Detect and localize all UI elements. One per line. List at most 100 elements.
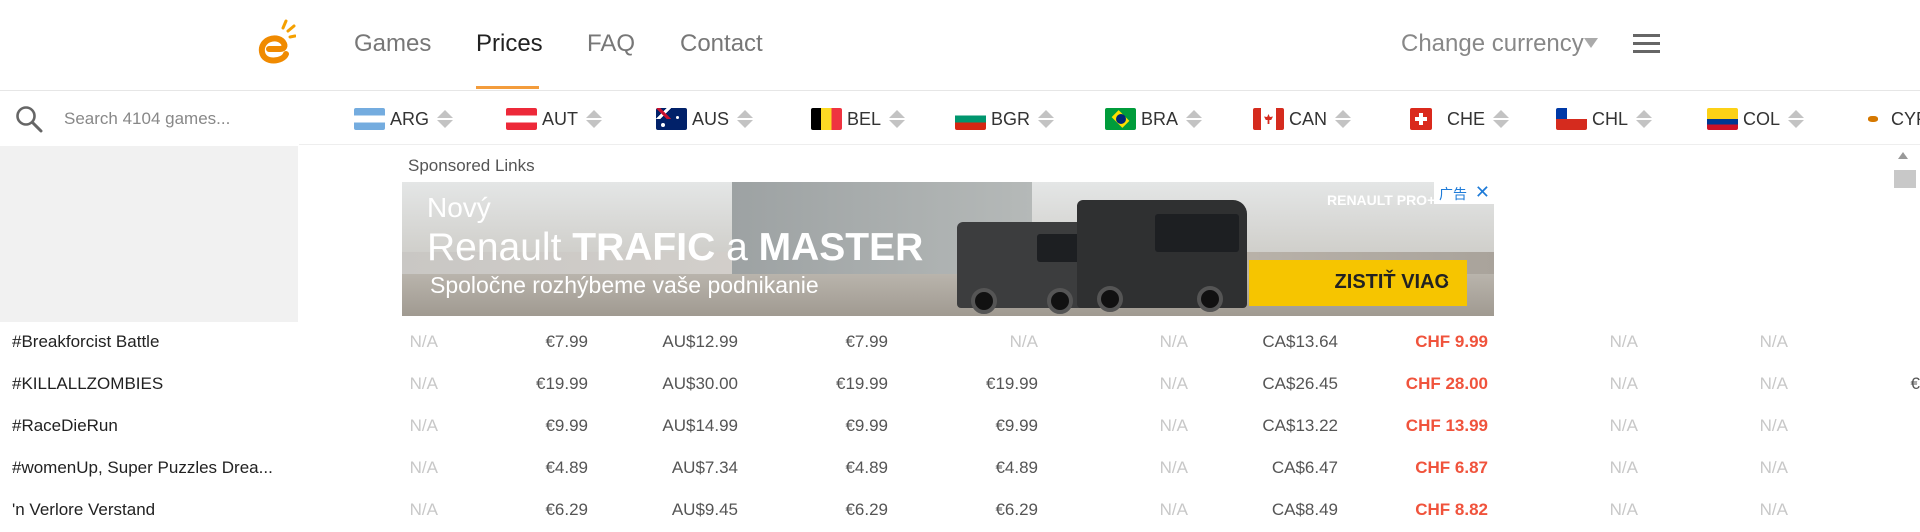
country-header-bel[interactable]: BEL xyxy=(811,107,906,131)
sort-icon[interactable] xyxy=(1788,109,1805,129)
country-header-bra[interactable]: BRA xyxy=(1105,107,1203,131)
table-row[interactable]: #womenUp, Super Puzzles Drea... N/A €4.89 A… xyxy=(0,448,1920,490)
country-code: BRA xyxy=(1141,108,1179,129)
flag-austria-icon xyxy=(506,108,537,130)
table-row[interactable]: 'n Verlore Verstand N/A €6.29 AU$9.45 €6.29 €… xyxy=(0,490,1920,532)
country-header-chl[interactable]: CHL xyxy=(1556,107,1653,131)
table-row[interactable]: #RaceDieRun N/A €9.99 AU$14.99 €9.99 €9.99 N/A… xyxy=(0,406,1920,448)
price-cell: €19.99 xyxy=(986,374,1038,393)
price-cell: AU$7.34 xyxy=(671,458,738,477)
sort-icon[interactable] xyxy=(889,109,906,129)
price-cell: AU$14.99 xyxy=(662,416,738,435)
price-cell: CHF 28.00 xyxy=(1405,374,1488,393)
price-cell: CHF 9.99 xyxy=(1415,332,1488,351)
price-cell: €6.29 xyxy=(545,500,588,519)
change-currency-dropdown[interactable]: Change currency xyxy=(1401,30,1584,58)
game-name-link[interactable]: #Breakforcist Battle xyxy=(0,322,298,364)
price-cell: N/A xyxy=(1759,332,1788,351)
hamburger-menu-icon[interactable] xyxy=(1633,34,1660,54)
ad-cta-label: ZISTIŤ VIAC xyxy=(1334,271,1449,293)
price-cell: N/A xyxy=(409,458,438,477)
nav-games[interactable]: Games xyxy=(354,30,431,58)
country-header-bgr[interactable]: BGR xyxy=(955,107,1055,131)
price-cell: N/A xyxy=(1759,500,1788,519)
flag-bulgaria-icon xyxy=(955,108,986,130)
search-input[interactable] xyxy=(64,104,289,134)
country-header-arg[interactable]: ARG xyxy=(354,107,454,131)
country-header-col[interactable]: COL xyxy=(1707,107,1805,131)
flag-brazil-icon xyxy=(1105,108,1136,130)
ad-subline: Spoločne rozhýbeme vaše podnikanie xyxy=(430,272,819,298)
sort-icon[interactable] xyxy=(1038,109,1055,129)
game-name-link[interactable]: #KILLALLZOMBIES xyxy=(0,364,298,406)
game-name-link[interactable]: 'n Verlore Verstand xyxy=(0,490,298,532)
country-code: CAN xyxy=(1289,108,1328,129)
table-row[interactable]: #Breakforcist Battle N/A €7.99 AU$12.99 €7.9… xyxy=(0,322,1920,364)
country-code: CYP xyxy=(1891,108,1920,129)
chevron-right-icon: › xyxy=(1442,271,1449,293)
game-name-link[interactable]: #RaceDieRun xyxy=(0,406,298,448)
country-header-row: ARG AUT AUS BEL BGR BRA CAN CHE CHL COL … xyxy=(299,92,1920,145)
country-header-aut[interactable]: AUT xyxy=(506,107,602,131)
flag-chile-icon xyxy=(1556,108,1587,130)
ad-van-image xyxy=(957,222,1097,314)
ad-banner[interactable]: Nový Renault TRAFIC a MASTER Spoločne ro… xyxy=(402,182,1494,316)
scroll-up-arrow-icon[interactable] xyxy=(1898,152,1908,159)
left-column-spacer xyxy=(0,146,298,324)
country-header-aus[interactable]: AUS xyxy=(656,107,754,131)
country-header-can[interactable]: CAN xyxy=(1253,107,1352,131)
scrollbar-thumb[interactable] xyxy=(1894,170,1916,188)
price-cell: N/A xyxy=(1609,500,1638,519)
price-cell: AU$30.00 xyxy=(662,374,738,393)
flag-canada-icon xyxy=(1253,108,1284,130)
price-cell: N/A xyxy=(1159,458,1188,477)
caret-down-icon[interactable] xyxy=(1584,38,1598,48)
price-cell: AU$9.45 xyxy=(671,500,738,519)
ad-cta-button[interactable]: ZISTIŤ VIAC › xyxy=(1249,260,1467,306)
nav-prices[interactable]: Prices xyxy=(476,30,543,58)
sort-icon[interactable] xyxy=(437,109,454,129)
price-cell: N/A xyxy=(1609,332,1638,351)
sort-icon[interactable] xyxy=(1493,109,1510,129)
price-cell: AU$12.99 xyxy=(662,332,738,351)
ad-headline: Renault TRAFIC a MASTER xyxy=(427,226,924,269)
price-cell: CHF 6.87 xyxy=(1415,458,1488,477)
sort-icon[interactable] xyxy=(1335,109,1352,129)
table-row[interactable]: #KILLALLZOMBIES N/A €19.99 AU$30.00 €19.99 €1… xyxy=(0,364,1920,406)
country-code: COL xyxy=(1743,108,1781,129)
sort-icon[interactable] xyxy=(586,109,602,129)
price-cell: €9.99 xyxy=(995,416,1038,435)
country-code: CHL xyxy=(1592,108,1629,129)
price-cell: €4.89 xyxy=(995,458,1038,477)
nav-contact[interactable]: Contact xyxy=(680,30,763,58)
country-code: AUS xyxy=(692,108,730,129)
flag-belgium-icon xyxy=(811,108,842,130)
sponsored-links-label: Sponsored Links xyxy=(408,156,535,175)
site-logo[interactable] xyxy=(256,18,296,68)
ad-close-icon[interactable]: ✕ xyxy=(1475,182,1490,203)
price-cell: N/A xyxy=(1159,500,1188,519)
game-name-link[interactable]: #womenUp, Super Puzzles Drea... xyxy=(0,448,298,490)
price-cell: €4.89 xyxy=(545,458,588,477)
price-cell: N/A xyxy=(409,374,438,393)
price-cell: N/A xyxy=(1759,458,1788,477)
flag-argentina-icon xyxy=(354,108,385,130)
price-cell: N/A xyxy=(1609,374,1638,393)
sort-icon[interactable] xyxy=(1186,109,1203,129)
flag-colombia-icon xyxy=(1707,108,1738,130)
price-cell: €6.29 xyxy=(845,500,888,519)
nav-faq[interactable]: FAQ xyxy=(587,30,635,58)
price-cell: €19.99 xyxy=(836,374,888,393)
sort-icon[interactable] xyxy=(1636,109,1653,129)
price-cell: N/A xyxy=(409,332,438,351)
country-header-che[interactable]: CHE xyxy=(1410,107,1510,131)
price-cell: CHF 13.99 xyxy=(1405,416,1488,435)
price-cell: €7.99 xyxy=(545,332,588,351)
price-cell: N/A xyxy=(1009,332,1038,351)
price-cell: N/A xyxy=(1759,416,1788,435)
country-header-cyp[interactable]: CYP xyxy=(1860,107,1920,131)
country-code: BEL xyxy=(847,108,882,129)
price-cell: CHF 8.82 xyxy=(1415,500,1488,519)
sort-icon[interactable] xyxy=(737,109,754,129)
price-cell: CA$26.45 xyxy=(1262,374,1338,393)
